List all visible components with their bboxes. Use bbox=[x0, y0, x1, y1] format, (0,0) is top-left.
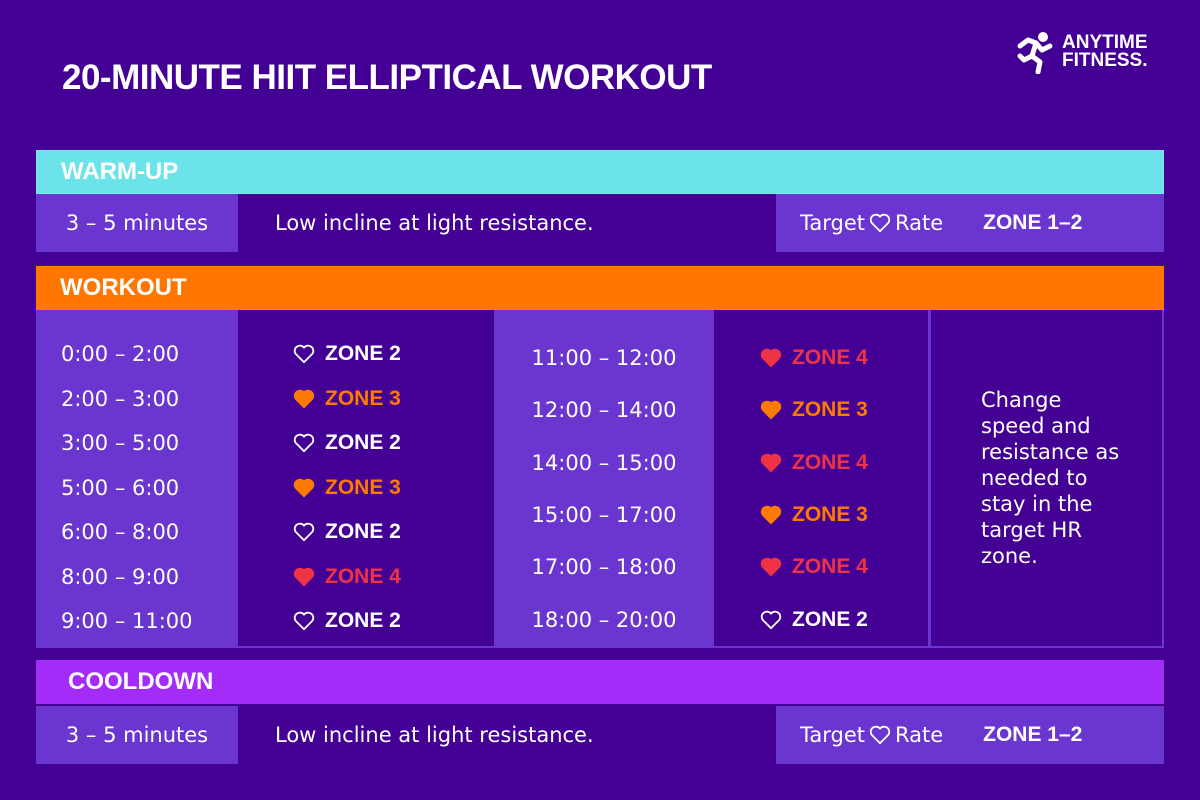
workout-heading: WORKOUT bbox=[36, 266, 1164, 310]
interval-zone: ZONE 2 bbox=[238, 332, 494, 377]
interval-zone: ZONE 4 bbox=[714, 437, 928, 489]
zone-label: ZONE 4 bbox=[325, 564, 401, 588]
cooldown-duration: 3 – 5 minutes bbox=[36, 706, 238, 764]
logo-line-2: FITNESS. bbox=[1062, 50, 1148, 71]
interval-zone: ZONE 4 bbox=[714, 332, 928, 384]
interval-time: 11:00 – 12:00 bbox=[531, 346, 677, 371]
interval-times-left: 0:00 – 2:00 2:00 – 3:00 3:00 – 5:00 5:00 – … bbox=[36, 310, 238, 646]
interval-zone: ZONE 3 bbox=[238, 466, 494, 511]
warmup-target-zone: ZONE 1–2 bbox=[983, 211, 1083, 234]
interval-time: 12:00 – 14:00 bbox=[531, 398, 677, 423]
interval-zone: ZONE 4 bbox=[714, 541, 928, 593]
interval-zone: ZONE 2 bbox=[714, 594, 928, 646]
zone-label: ZONE 2 bbox=[325, 431, 401, 455]
interval-zone: ZONE 2 bbox=[238, 599, 494, 644]
target-heart-rate-label: Target Rate bbox=[800, 723, 943, 747]
workout-note-cell: Change speed and resistance as needed to… bbox=[928, 310, 1162, 646]
zone-label: ZONE 3 bbox=[325, 386, 401, 410]
cooldown-target-zone: ZONE 1–2 bbox=[983, 723, 1083, 746]
warmup-duration: 3 – 5 minutes bbox=[36, 194, 238, 252]
cooldown-target: Target Rate ZONE 1–2 bbox=[776, 706, 1164, 764]
interval-zone: ZONE 4 bbox=[238, 555, 494, 600]
zone-label: ZONE 3 bbox=[792, 398, 868, 422]
interval-zone: ZONE 3 bbox=[714, 384, 928, 436]
heart-outline-icon bbox=[869, 213, 891, 233]
interval-times-right: 11:00 – 12:00 12:00 – 14:00 14:00 – 15:00 1… bbox=[494, 310, 714, 646]
interval-zones-right: ZONE 4 ZONE 3 ZONE 4 ZONE 3 ZONE 4 ZONE 2 bbox=[714, 310, 928, 646]
interval-time: 0:00 – 2:00 bbox=[61, 342, 180, 367]
interval-time: 2:00 – 3:00 bbox=[61, 386, 180, 411]
target-heart-rate-label: Target Rate bbox=[800, 211, 943, 235]
cooldown-heading: COOLDOWN bbox=[36, 660, 1164, 704]
heart-filled-icon bbox=[760, 453, 782, 472]
page-title: 20-MINUTE HIIT ELLIPTICAL WORKOUT bbox=[62, 58, 712, 97]
zone-label: ZONE 2 bbox=[792, 607, 868, 631]
brand-logo: ANYTIME FITNESS. bbox=[1016, 30, 1148, 74]
interval-time: 9:00 – 11:00 bbox=[61, 609, 193, 634]
zone-label: ZONE 3 bbox=[325, 475, 401, 499]
heart-outline-icon bbox=[293, 434, 315, 453]
interval-time: 5:00 – 6:00 bbox=[61, 475, 180, 500]
workout-note: Change speed and resistance as needed to… bbox=[981, 388, 1120, 568]
heart-outline-icon bbox=[293, 612, 315, 631]
target-label-word: Target bbox=[800, 211, 865, 235]
heart-filled-icon bbox=[293, 567, 315, 586]
interval-time: 14:00 – 15:00 bbox=[531, 450, 677, 475]
rate-label-word: Rate bbox=[894, 723, 944, 747]
interval-time: 3:00 – 5:00 bbox=[61, 431, 180, 456]
cooldown-row: 3 – 5 minutes Low incline at light resis… bbox=[36, 706, 1164, 764]
heart-outline-icon bbox=[293, 345, 315, 364]
heart-filled-icon bbox=[293, 478, 315, 497]
interval-time: 8:00 – 9:00 bbox=[61, 564, 180, 589]
zone-label: ZONE 4 bbox=[792, 450, 868, 474]
interval-zone: ZONE 2 bbox=[238, 510, 494, 555]
interval-zone: ZONE 3 bbox=[238, 377, 494, 422]
zone-label: ZONE 3 bbox=[792, 503, 868, 527]
interval-zones-left: ZONE 2 ZONE 3 ZONE 2 ZONE 3 ZONE 2 ZONE 4 ZONE… bbox=[238, 310, 494, 646]
warmup-row: 3 – 5 minutes Low incline at light resis… bbox=[36, 194, 1164, 252]
interval-time: 6:00 – 8:00 bbox=[61, 520, 180, 545]
heart-outline-icon bbox=[293, 523, 315, 542]
zone-label: ZONE 2 bbox=[325, 609, 401, 633]
heart-filled-icon bbox=[760, 348, 782, 368]
workout-table: 0:00 – 2:00 2:00 – 3:00 3:00 – 5:00 5:00 – … bbox=[36, 310, 1164, 648]
zone-label: ZONE 4 bbox=[792, 346, 868, 370]
interval-time: 18:00 – 20:00 bbox=[531, 607, 677, 632]
cooldown-description: Low incline at light resistance. bbox=[238, 706, 776, 764]
interval-time: 15:00 – 17:00 bbox=[531, 503, 677, 528]
zone-label: ZONE 2 bbox=[325, 342, 401, 366]
interval-zone: ZONE 2 bbox=[238, 421, 494, 466]
warmup-target: Target Rate ZONE 1–2 bbox=[776, 194, 1164, 252]
heart-filled-icon bbox=[293, 389, 315, 408]
warmup-description: Low incline at light resistance. bbox=[238, 194, 776, 252]
running-man-icon bbox=[1017, 32, 1053, 74]
interval-time: 17:00 – 18:00 bbox=[531, 555, 677, 580]
rate-label-word: Rate bbox=[894, 211, 944, 235]
heart-filled-icon bbox=[760, 558, 782, 577]
zone-label: ZONE 2 bbox=[325, 520, 401, 544]
heart-outline-icon bbox=[869, 725, 891, 745]
heart-filled-icon bbox=[760, 401, 782, 420]
heart-filled-icon bbox=[760, 505, 782, 525]
zone-label: ZONE 4 bbox=[792, 555, 868, 579]
interval-zone: ZONE 3 bbox=[714, 489, 928, 541]
warmup-heading: WARM-UP bbox=[36, 150, 1164, 194]
heart-outline-icon bbox=[760, 610, 782, 629]
target-label-word: Target bbox=[800, 723, 865, 747]
